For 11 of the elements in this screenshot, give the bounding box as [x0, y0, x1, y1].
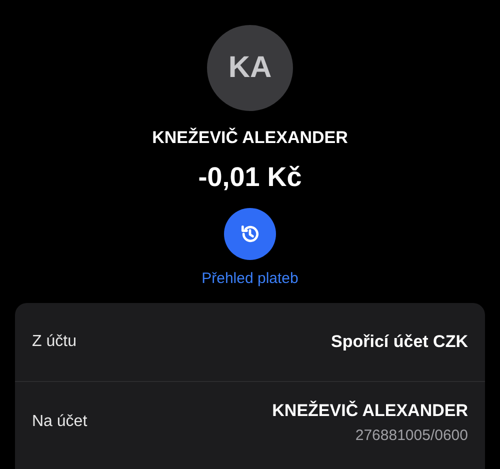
detail-value: KNEŽEVIČ ALEXANDER	[272, 400, 468, 420]
contact-name: KNEŽEVIČ ALEXANDER	[152, 128, 348, 148]
history-icon	[239, 223, 261, 245]
amount: -0,01 Kč	[198, 162, 302, 193]
detail-label: Z účtu	[32, 333, 76, 351]
account-number: 276881005/0600	[355, 426, 468, 444]
avatar-initials: KA	[228, 51, 272, 85]
detail-label: Na účet	[32, 413, 88, 431]
detail-value: Spořicí účet CZK	[331, 332, 468, 352]
history-link[interactable]: Přehled plateb	[202, 270, 298, 287]
history-button[interactable]	[224, 208, 276, 260]
